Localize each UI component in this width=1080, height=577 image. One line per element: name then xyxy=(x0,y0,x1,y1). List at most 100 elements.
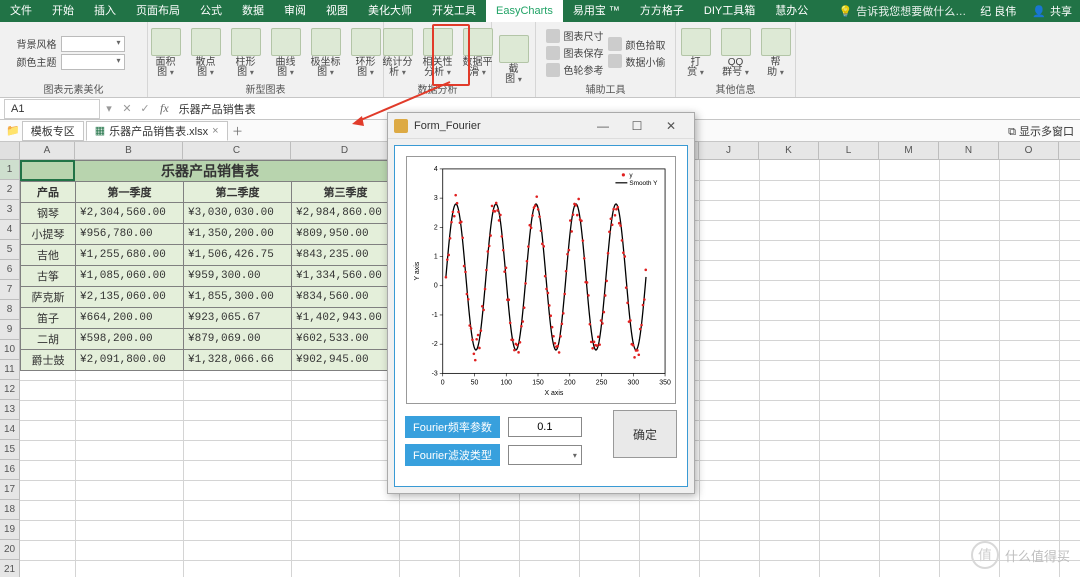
tab-layout[interactable]: 页面布局 xyxy=(126,0,190,22)
fx-icon[interactable]: fx xyxy=(154,101,175,116)
row-header[interactable]: 21 xyxy=(0,560,20,577)
row-header[interactable]: 12 xyxy=(0,380,20,400)
btn-area-icon xyxy=(151,28,181,56)
tab-yiyongbao[interactable]: 易用宝 ™ xyxy=(563,0,630,22)
col-header[interactable]: B xyxy=(75,142,183,159)
tell-me[interactable]: 💡 告诉我您想要做什么… xyxy=(833,3,973,19)
btn-corr[interactable]: 相关性分析 ▾ xyxy=(420,28,456,78)
btn-screenshot-icon xyxy=(499,35,529,63)
btn-bar[interactable]: 柱形图 ▾ xyxy=(228,28,264,78)
user-label[interactable]: 纪 良伟 xyxy=(972,3,1024,19)
row-header[interactable]: 14 xyxy=(0,420,20,440)
filter-label: Fourier滤波类型 xyxy=(405,444,500,466)
row-header[interactable]: 13 xyxy=(0,400,20,420)
name-box[interactable]: A1 xyxy=(4,99,100,119)
svg-text:150: 150 xyxy=(532,379,544,386)
freq-input[interactable] xyxy=(508,417,582,437)
row-header[interactable]: 11 xyxy=(0,360,20,380)
aux-color-pick[interactable]: 颜色拾取 xyxy=(608,37,666,52)
row-header[interactable]: 16 xyxy=(0,460,20,480)
share-button[interactable]: 👤 共享 xyxy=(1024,3,1080,19)
row-header[interactable]: 9 xyxy=(0,320,20,340)
bg-style-select[interactable]: ▾ xyxy=(61,36,125,52)
color-theme-label: 颜色主题 xyxy=(17,54,57,69)
btn-polar[interactable]: 极坐标图 ▾ xyxy=(308,28,344,78)
tab-beautify[interactable]: 美化大师 xyxy=(358,0,422,22)
row-header[interactable]: 20 xyxy=(0,540,20,560)
row-header[interactable]: 8 xyxy=(0,300,20,320)
maximize-button[interactable]: ☐ xyxy=(620,115,654,137)
tab-insert[interactable]: 插入 xyxy=(84,0,126,22)
aux-chart-size[interactable]: 图表尺寸 xyxy=(546,28,604,43)
col-header[interactable]: C xyxy=(183,142,291,159)
col-header[interactable]: D xyxy=(291,142,399,159)
svg-text:-1: -1 xyxy=(432,312,438,319)
tab-dev[interactable]: 开发工具 xyxy=(422,0,486,22)
tab-easycharts[interactable]: EasyCharts xyxy=(486,0,563,22)
btn-area[interactable]: 面积图 ▾ xyxy=(148,28,184,78)
workbook-tab[interactable]: ▦乐器产品销售表.xlsx× xyxy=(86,121,228,141)
tab-view[interactable]: 视图 xyxy=(316,0,358,22)
btn-scatter[interactable]: 散点图 ▾ xyxy=(188,28,224,78)
svg-text:50: 50 xyxy=(471,379,479,386)
close-button[interactable]: ✕ xyxy=(654,115,688,137)
row-header[interactable]: 1 xyxy=(0,160,20,180)
data-thief-icon xyxy=(608,54,622,68)
tab-diy[interactable]: DIY工具箱 xyxy=(694,0,765,22)
row-header[interactable]: 19 xyxy=(0,520,20,540)
tab-review[interactable]: 审阅 xyxy=(274,0,316,22)
btn-help[interactable]: 帮助 ▾ xyxy=(758,28,794,78)
tab-home[interactable]: 开始 xyxy=(42,0,84,22)
svg-text:1: 1 xyxy=(434,254,438,261)
col-header[interactable]: L xyxy=(819,142,879,159)
filter-combo[interactable]: ▾ xyxy=(508,445,582,465)
tab-ffgz[interactable]: 方方格子 xyxy=(630,0,694,22)
btn-stats[interactable]: 统计分析 ▾ xyxy=(380,28,416,78)
select-all-corner[interactable] xyxy=(0,142,20,159)
template-tab[interactable]: 模板专区 xyxy=(22,121,84,141)
aux-chart-save[interactable]: 图表保存 xyxy=(546,45,604,60)
color-theme-select[interactable]: ▾ xyxy=(61,54,125,70)
namebox-dropdown[interactable]: ▾ xyxy=(100,100,118,118)
btn-screenshot[interactable]: 截图 ▾ xyxy=(496,35,532,85)
aux-color-wheel[interactable]: 色轮参考 xyxy=(546,62,604,77)
row-header[interactable]: 17 xyxy=(0,480,20,500)
color-pick-icon xyxy=(608,37,622,51)
row-header[interactable]: 2 xyxy=(0,180,20,200)
fx-confirm[interactable]: ✓ xyxy=(136,100,154,118)
tab-hbg[interactable]: 慧办公 xyxy=(765,0,818,22)
tab-formula[interactable]: 公式 xyxy=(190,0,232,22)
col-header[interactable]: A xyxy=(20,142,75,159)
col-header[interactable]: N xyxy=(939,142,999,159)
close-tab-icon[interactable]: × xyxy=(212,125,218,137)
tab-data[interactable]: 数据 xyxy=(232,0,274,22)
col-header[interactable]: K xyxy=(759,142,819,159)
color-wheel-icon xyxy=(546,63,560,77)
row-header[interactable]: 3 xyxy=(0,200,20,220)
btn-curve-icon xyxy=(271,28,301,56)
row-header[interactable]: 15 xyxy=(0,440,20,460)
col-header[interactable]: J xyxy=(699,142,759,159)
multi-window-toggle[interactable]: ⧉ 显示多窗口 xyxy=(1008,123,1074,139)
svg-text:2: 2 xyxy=(434,224,438,231)
row-header[interactable]: 6 xyxy=(0,260,20,280)
row-header[interactable]: 5 xyxy=(0,240,20,260)
tab-file[interactable]: 文件 xyxy=(0,0,42,22)
btn-qq[interactable]: QQ群号 ▾ xyxy=(718,28,754,78)
row-header[interactable]: 10 xyxy=(0,340,20,360)
ok-button[interactable]: 确定 xyxy=(613,410,677,458)
btn-curve[interactable]: 曲线图 ▾ xyxy=(268,28,304,78)
fx-cancel[interactable]: ✕ xyxy=(118,100,136,118)
row-header[interactable]: 18 xyxy=(0,500,20,520)
open-folder-icon[interactable]: 📁 xyxy=(6,124,20,137)
ribbon: 背景风格▾ 颜色主题▾ 图表元素美化 面积图 ▾散点图 ▾柱形图 ▾曲线图 ▾极… xyxy=(0,22,1080,98)
col-header[interactable]: M xyxy=(879,142,939,159)
row-header[interactable]: 7 xyxy=(0,280,20,300)
btn-donate[interactable]: 打赏 ▾ xyxy=(678,28,714,78)
col-header[interactable]: O xyxy=(999,142,1059,159)
row-header[interactable]: 4 xyxy=(0,220,20,240)
btn-polar-icon xyxy=(311,28,341,56)
add-tab-button[interactable]: ＋ xyxy=(230,123,246,139)
minimize-button[interactable]: — xyxy=(586,115,620,137)
aux-data-thief[interactable]: 数据小偷 xyxy=(608,54,666,69)
